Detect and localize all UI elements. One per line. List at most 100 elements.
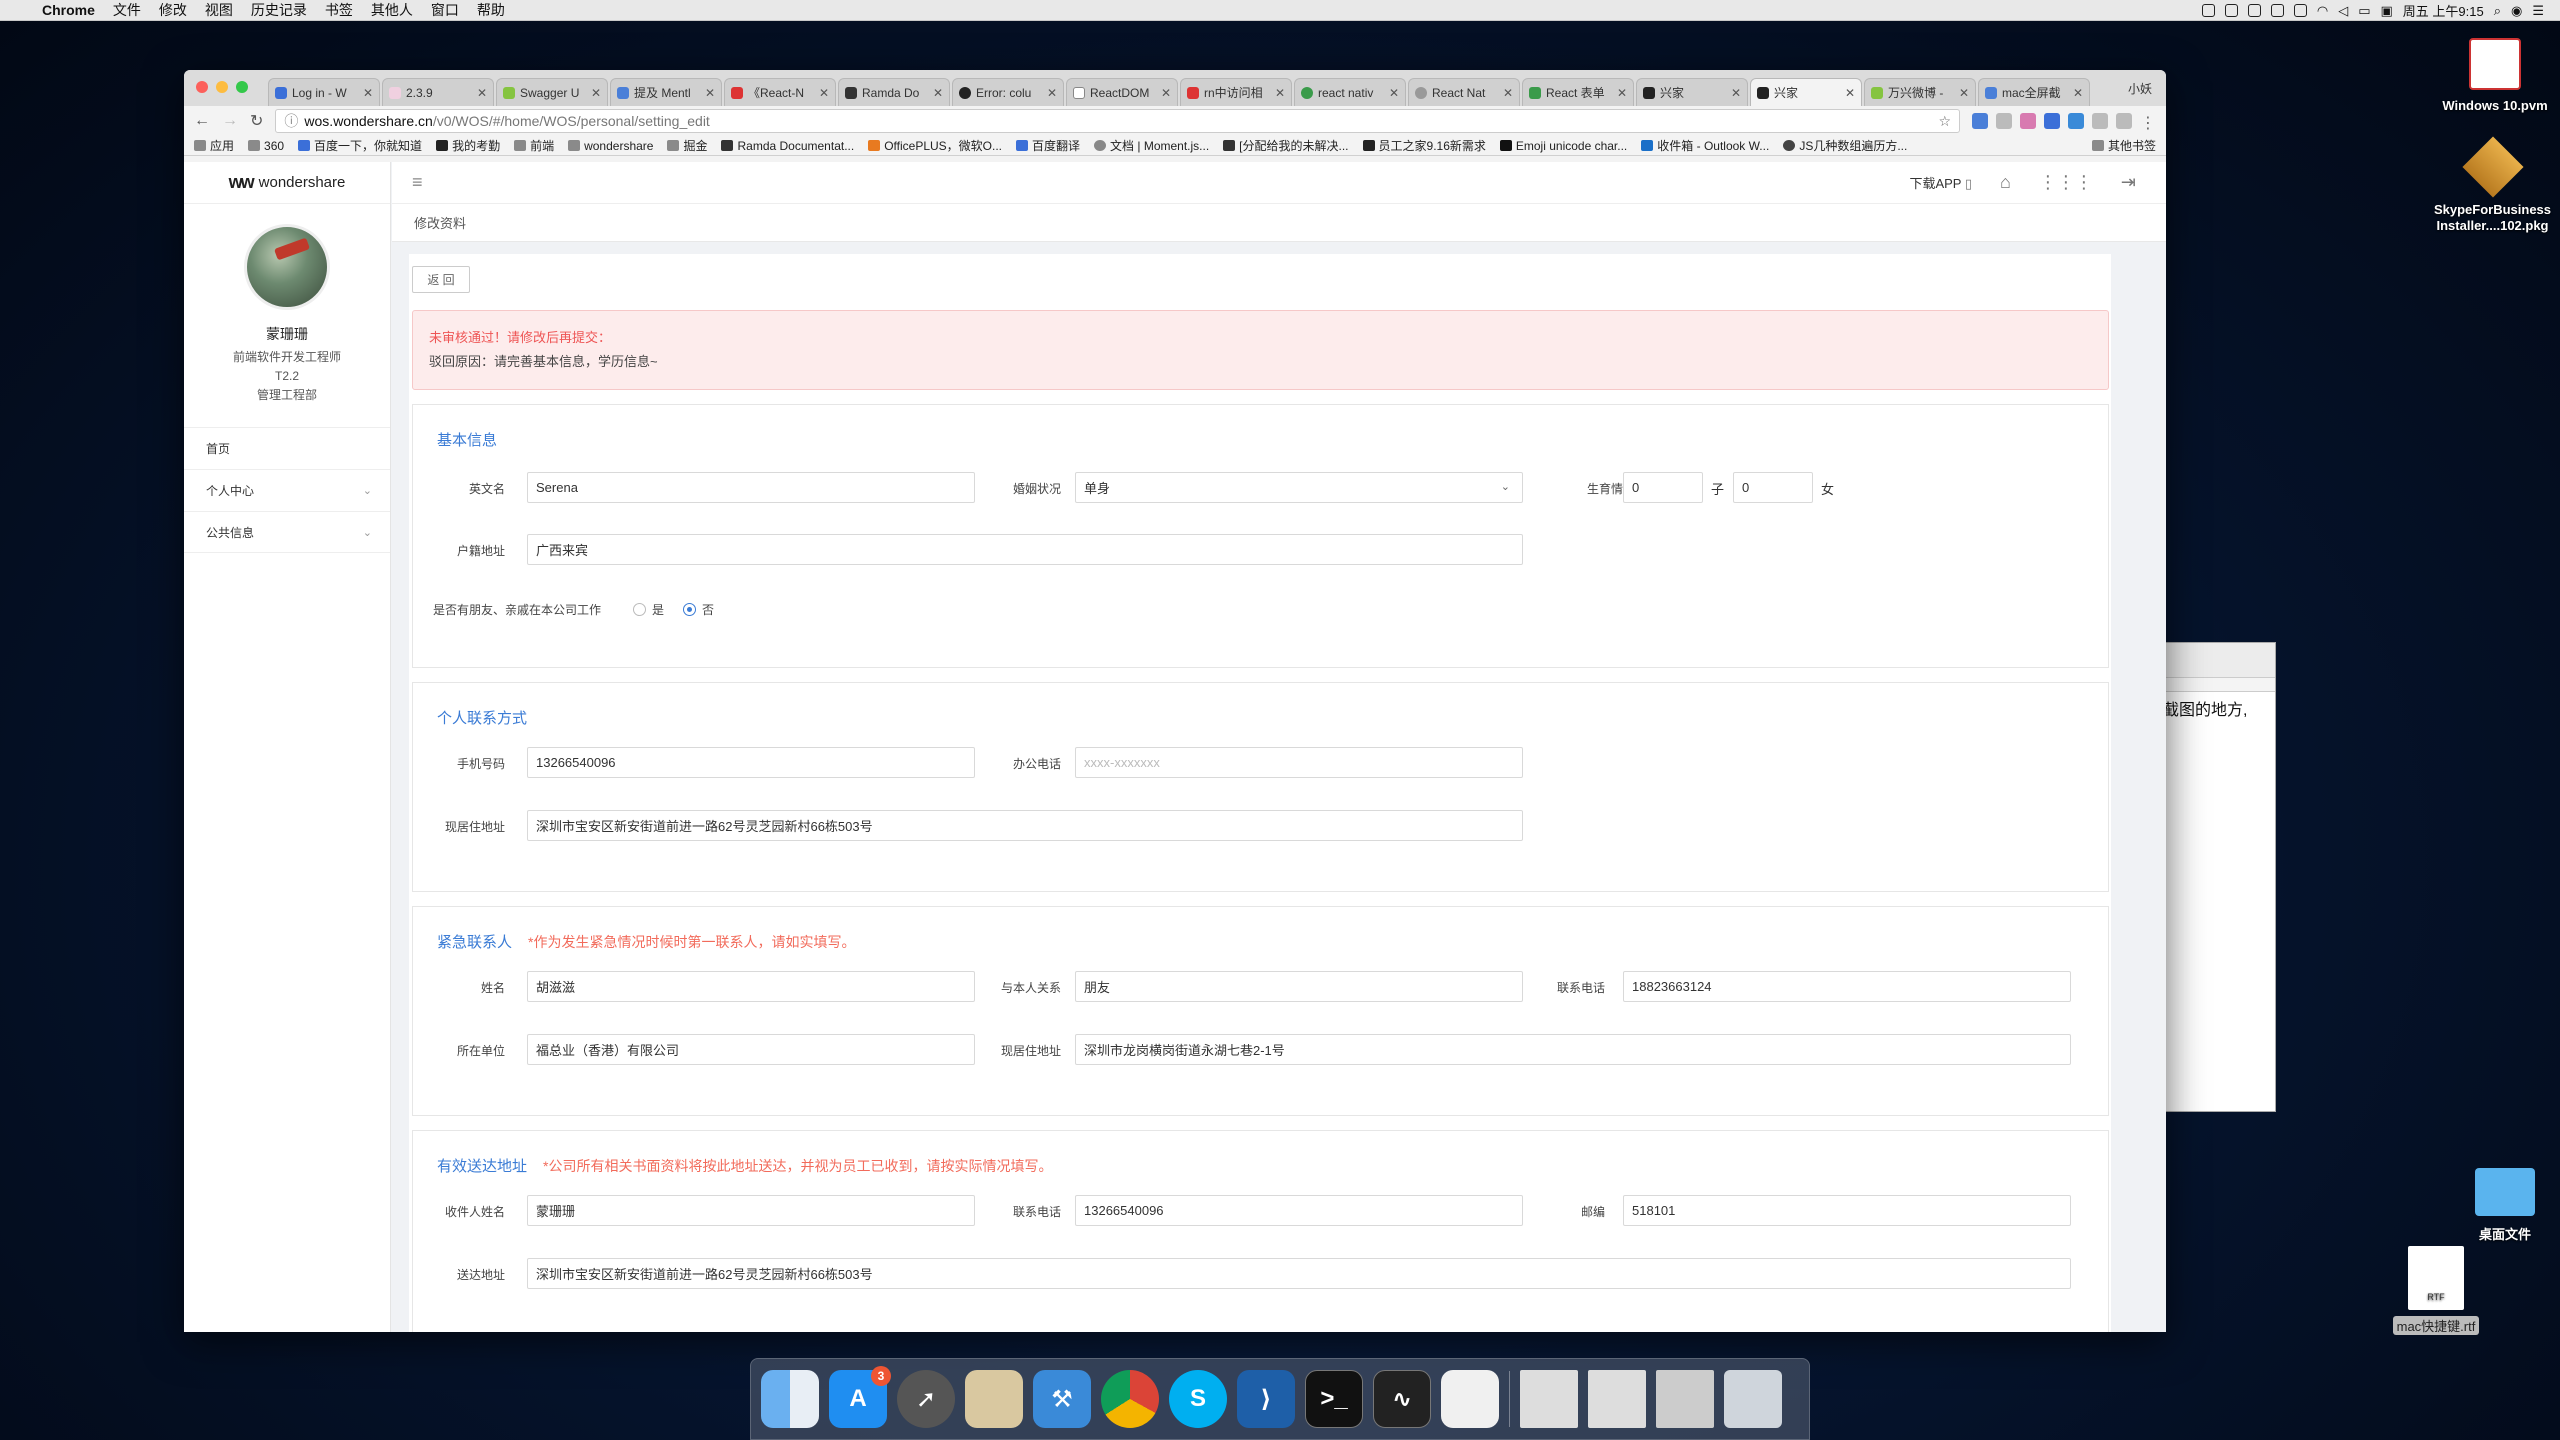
bookmark-item[interactable]: OfficePLUS，微软O... [868, 137, 1002, 154]
extension-icon[interactable] [2020, 113, 2036, 129]
tab-close-icon[interactable]: ✕ [1617, 86, 1627, 100]
tab-close-icon[interactable]: ✕ [1731, 86, 1741, 100]
browser-tab[interactable]: Swagger U ✕ [496, 78, 608, 106]
browser-tab[interactable]: 兴家 ✕ [1636, 78, 1748, 106]
tab-close-icon[interactable]: ✕ [591, 86, 601, 100]
tab-close-icon[interactable]: ✕ [705, 86, 715, 100]
browser-tab[interactable]: Error: colu ✕ [952, 78, 1064, 106]
volume-icon[interactable]: ◁ [2338, 3, 2348, 19]
browser-tab[interactable]: 《React-N ✕ [724, 78, 836, 106]
extension-icon[interactable] [1996, 113, 2012, 129]
spotlight-icon[interactable]: ⌕ [2494, 3, 2501, 19]
vscode-icon[interactable]: ⟩ [1237, 1370, 1295, 1428]
extension-icon[interactable] [2092, 113, 2108, 129]
menu-bookmarks[interactable]: 书签 [325, 0, 353, 20]
minimize-window-button[interactable] [216, 81, 228, 93]
bookmark-item[interactable]: 掘金 [667, 137, 707, 154]
dock-window-thumbnail-icon[interactable] [1520, 1370, 1578, 1428]
reload-icon[interactable]: ↻ [250, 111, 263, 131]
extension-icon[interactable] [2116, 113, 2132, 129]
tab-close-icon[interactable]: ✕ [1503, 86, 1513, 100]
siri-icon[interactable]: ◉ [2511, 3, 2522, 19]
receiver-phone-input[interactable]: 13266540096 [1075, 1195, 1523, 1226]
status-app-icon[interactable] [2293, 4, 2307, 17]
emergency-company-input[interactable]: 福总业（香港）有限公司 [527, 1034, 975, 1065]
bookmark-item[interactable]: 百度翻译 [1016, 137, 1080, 154]
menu-view[interactable]: 视图 [205, 0, 233, 20]
fullscreen-window-button[interactable] [236, 81, 248, 93]
sidebar-item-personal[interactable]: 个人中心 ⌄ [184, 469, 390, 511]
wifi-icon[interactable]: ◠ [2317, 3, 2328, 19]
logout-icon[interactable]: ⇥ [2121, 172, 2136, 193]
browser-tab[interactable]: react nativ ✕ [1294, 78, 1406, 106]
browser-tab[interactable]: 万兴微博 - ✕ [1864, 78, 1976, 106]
bookmark-item[interactable]: Ramda Documentat... [721, 139, 854, 153]
status-app-icon[interactable] [2201, 4, 2215, 17]
bookmark-item[interactable]: 前端 [514, 137, 554, 154]
back-arrow-icon[interactable]: ← [194, 112, 210, 130]
desktop-item-folder[interactable]: 桌面文件 [2455, 1168, 2555, 1243]
address-bar[interactable]: ⓘ wos.wondershare.cn/v0/WOS/#/home/WOS/p… [275, 109, 1960, 133]
browser-tab[interactable]: ReactDOM ✕ [1066, 78, 1178, 106]
desktop-item-rtf[interactable]: RTF mac快捷键.rtf [2386, 1246, 2486, 1335]
hukou-address-input[interactable]: 广西来宾 [527, 534, 1523, 565]
current-address-input[interactable]: 深圳市宝安区新安街道前进一路62号灵芝园新村66栋503号 [527, 810, 1523, 841]
tab-close-icon[interactable]: ✕ [1161, 86, 1171, 100]
extension-icon[interactable] [2044, 113, 2060, 129]
emergency-phone-input[interactable]: 18823663124 [1623, 971, 2071, 1002]
bookmark-item[interactable]: 360 [248, 139, 284, 153]
dock-window-thumbnail-icon[interactable] [1588, 1370, 1646, 1428]
profile-button[interactable]: 小妖 [2128, 80, 2152, 97]
background-editor-window[interactable]: 截图的地方, [2160, 642, 2276, 1112]
emergency-address-input[interactable]: 深圳市龙岗横岗街道永湖七巷2-1号 [1075, 1034, 2071, 1065]
tab-close-icon[interactable]: ✕ [1845, 86, 1855, 100]
browser-tab[interactable]: Ramda Do ✕ [838, 78, 950, 106]
close-window-button[interactable] [196, 81, 208, 93]
browser-tab[interactable]: 提及 Mentl ✕ [610, 78, 722, 106]
bookmark-star-icon[interactable]: ☆ [1938, 113, 1951, 130]
home-icon[interactable]: ⌂ [2000, 172, 2011, 193]
menu-people[interactable]: 其他人 [371, 0, 413, 20]
app-store-icon[interactable]: A3 [829, 1366, 891, 1428]
emergency-relation-input[interactable]: 朋友 [1075, 971, 1523, 1002]
status-app-icon[interactable] [2247, 4, 2261, 17]
tab-close-icon[interactable]: ✕ [2073, 86, 2083, 100]
tab-close-icon[interactable]: ✕ [1275, 86, 1285, 100]
trash-icon[interactable] [1724, 1370, 1782, 1428]
bookmark-item[interactable]: 文档 | Moment.js... [1094, 137, 1209, 154]
delivery-address-input[interactable]: 深圳市宝安区新安街道前进一路62号灵芝园新村66栋503号 [527, 1258, 2071, 1289]
dock-window-thumbnail-icon[interactable] [1656, 1370, 1714, 1428]
bookmark-item[interactable]: 应用 [194, 137, 234, 154]
bookmark-item[interactable]: [分配给我的未解决... [1223, 137, 1349, 154]
menu-history[interactable]: 历史记录 [251, 0, 307, 20]
status-app-icon[interactable] [2270, 4, 2284, 17]
mail-app-icon[interactable] [965, 1370, 1023, 1428]
browser-tab[interactable]: React Nat ✕ [1408, 78, 1520, 106]
avatar[interactable] [244, 224, 330, 310]
browser-tab[interactable]: rn中访问相 ✕ [1180, 78, 1292, 106]
battery-icon[interactable]: ▭ [2358, 3, 2370, 19]
textedit-icon[interactable] [1441, 1370, 1499, 1428]
marital-status-select[interactable]: 单身 ⌄ [1075, 472, 1523, 503]
browser-tab[interactable]: 2.3.9 ✕ [382, 78, 494, 106]
forward-arrow-icon[interactable]: → [222, 112, 238, 130]
skype-icon[interactable]: S [1169, 1370, 1227, 1428]
sidebar-item-home[interactable]: 首页 [184, 427, 390, 469]
app-logo[interactable]: ww wondershare [184, 162, 390, 204]
tab-close-icon[interactable]: ✕ [363, 86, 373, 100]
tab-close-icon[interactable]: ✕ [933, 86, 943, 100]
chrome-app-icon[interactable] [1101, 1370, 1159, 1428]
launchpad-icon[interactable]: ➚ [897, 1370, 955, 1428]
new-tab-button[interactable] [2092, 78, 2128, 106]
menu-app-name[interactable]: Chrome [42, 2, 95, 18]
sons-count-input[interactable]: 0 [1623, 472, 1703, 503]
terminal-icon[interactable]: >_ [1305, 1370, 1363, 1428]
back-button[interactable]: 返 回 [412, 266, 470, 293]
download-app-button[interactable]: 下载APP ▯ [1909, 173, 1972, 192]
bookmark-item[interactable]: 员工之家9.16新需求 [1362, 137, 1486, 154]
finder-icon[interactable] [761, 1370, 819, 1428]
input-method-icon[interactable]: ▣ [2381, 3, 2393, 19]
tab-close-icon[interactable]: ✕ [1047, 86, 1057, 100]
bookmark-item[interactable]: 我的考勤 [436, 137, 500, 154]
browser-tab[interactable]: React 表单 ✕ [1522, 78, 1634, 106]
